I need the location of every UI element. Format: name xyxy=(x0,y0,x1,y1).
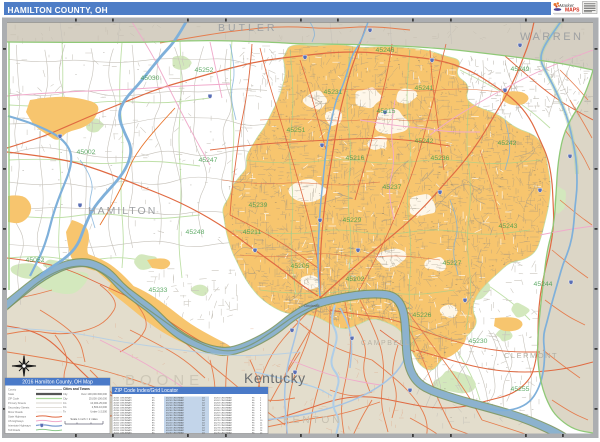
svg-text:US Highways: US Highways xyxy=(8,419,24,423)
svg-text:MAPS: MAPS xyxy=(565,8,580,14)
svg-text:BOONE: BOONE xyxy=(125,372,204,389)
svg-text:2,500-10,000: 2,500-10,000 xyxy=(92,405,108,409)
svg-text:45246: 45246 xyxy=(376,47,395,54)
svg-text:45227: 45227 xyxy=(443,260,462,267)
svg-text:Over 100,000-500,000: Over 100,000-500,000 xyxy=(81,392,108,396)
svg-text:45030: 45030 xyxy=(141,75,160,82)
svg-text:City: City xyxy=(63,392,68,396)
svg-text:CAMPBELL: CAMPBELL xyxy=(361,340,410,347)
svg-text:45242: 45242 xyxy=(498,140,517,147)
svg-text:2016 Hamilton County, OH Map: 2016 Hamilton County, OH Map xyxy=(22,380,93,386)
svg-text:45241: 45241 xyxy=(415,85,434,92)
svg-text:Under 1-2,500: Under 1-2,500 xyxy=(90,410,107,414)
svg-text:KENTON: KENTON xyxy=(283,415,343,426)
svg-text:Cn: Cn xyxy=(63,405,67,409)
svg-text:Cities and Towns: Cities and Towns xyxy=(63,387,90,391)
svg-text:25,000-100,000: 25,000-100,000 xyxy=(89,396,108,400)
svg-text:45205: 45205 xyxy=(291,263,310,270)
svg-text:Interstate Highways: Interstate Highways xyxy=(8,424,31,428)
svg-text:45202: 45202 xyxy=(346,276,365,283)
svg-text:45226: 45226 xyxy=(413,312,432,319)
svg-text:CLERMONT: CLERMONT xyxy=(504,351,558,360)
svg-text:County: County xyxy=(8,388,17,392)
svg-text:45249: 45249 xyxy=(511,66,530,73)
svg-text:45275 CINCINNATI: 45275 CINCINNATI xyxy=(214,431,233,434)
svg-text:State Highways: State Highways xyxy=(8,415,27,419)
svg-text:Cincinnati: Cincinnati xyxy=(304,304,320,308)
svg-text:HAMILTON: HAMILTON xyxy=(88,205,157,217)
svg-text:45243: 45243 xyxy=(499,223,518,230)
svg-text:45233: 45233 xyxy=(149,287,168,294)
svg-text:45002: 45002 xyxy=(77,149,96,156)
svg-text:45215: 45215 xyxy=(377,108,396,115)
svg-text:Kentucky: Kentucky xyxy=(244,370,306,386)
svg-text:Primary Streets: Primary Streets xyxy=(8,401,27,405)
svg-text:45251: 45251 xyxy=(287,127,306,134)
svg-text:45248: 45248 xyxy=(186,229,205,236)
svg-text:10,000-25,000: 10,000-25,000 xyxy=(90,401,107,405)
svg-text:45247: 45247 xyxy=(199,157,218,164)
svg-text:45237: 45237 xyxy=(383,184,402,191)
svg-text:45236: 45236 xyxy=(431,155,450,162)
svg-text:Cn: Cn xyxy=(63,401,67,405)
svg-text:45244: 45244 xyxy=(534,281,553,288)
svg-text:ZIP Code Index/Grid Locator: ZIP Code Index/Grid Locator xyxy=(115,388,179,394)
svg-text:Secondary Streets: Secondary Streets xyxy=(8,406,30,410)
svg-text:City: City xyxy=(63,396,68,400)
svg-text:45255: 45255 xyxy=(511,386,530,393)
svg-text:Minor Roads: Minor Roads xyxy=(8,410,23,414)
svg-text:45052: 45052 xyxy=(26,257,45,264)
svg-text:BUTLER: BUTLER xyxy=(218,22,277,34)
svg-text:45215 CINCINNATI: 45215 CINCINNATI xyxy=(114,431,133,434)
svg-text:45231: 45231 xyxy=(324,89,343,96)
svg-text:45211: 45211 xyxy=(243,229,262,236)
svg-text:Scale 1 inch = 2 miles: Scale 1 inch = 2 miles xyxy=(70,417,98,421)
svg-text:45230: 45230 xyxy=(469,338,488,345)
svg-text:45216: 45216 xyxy=(346,155,365,162)
svg-text:45252: 45252 xyxy=(195,67,214,74)
svg-text:State: State xyxy=(8,392,15,396)
svg-text:45245 CINCINNATI: 45245 CINCINNATI xyxy=(166,431,185,434)
svg-text:45229: 45229 xyxy=(343,217,362,224)
svg-text:45242: 45242 xyxy=(415,138,434,145)
svg-text:WARREN: WARREN xyxy=(520,31,583,43)
svg-text:ZIP Code: ZIP Code xyxy=(8,397,19,401)
svg-text:Toll Roads: Toll Roads xyxy=(8,428,21,432)
svg-text:45239: 45239 xyxy=(249,202,268,209)
